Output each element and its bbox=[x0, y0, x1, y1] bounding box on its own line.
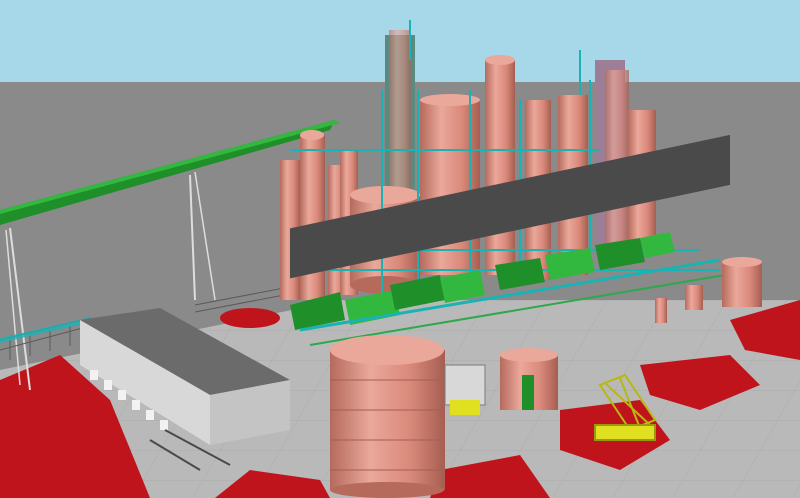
small-foreground-tank bbox=[500, 348, 558, 410]
small-structure bbox=[444, 364, 486, 415]
foreground-storage-tank bbox=[330, 335, 445, 498]
plant-3d-scene bbox=[0, 0, 800, 498]
plant-render bbox=[0, 0, 800, 498]
